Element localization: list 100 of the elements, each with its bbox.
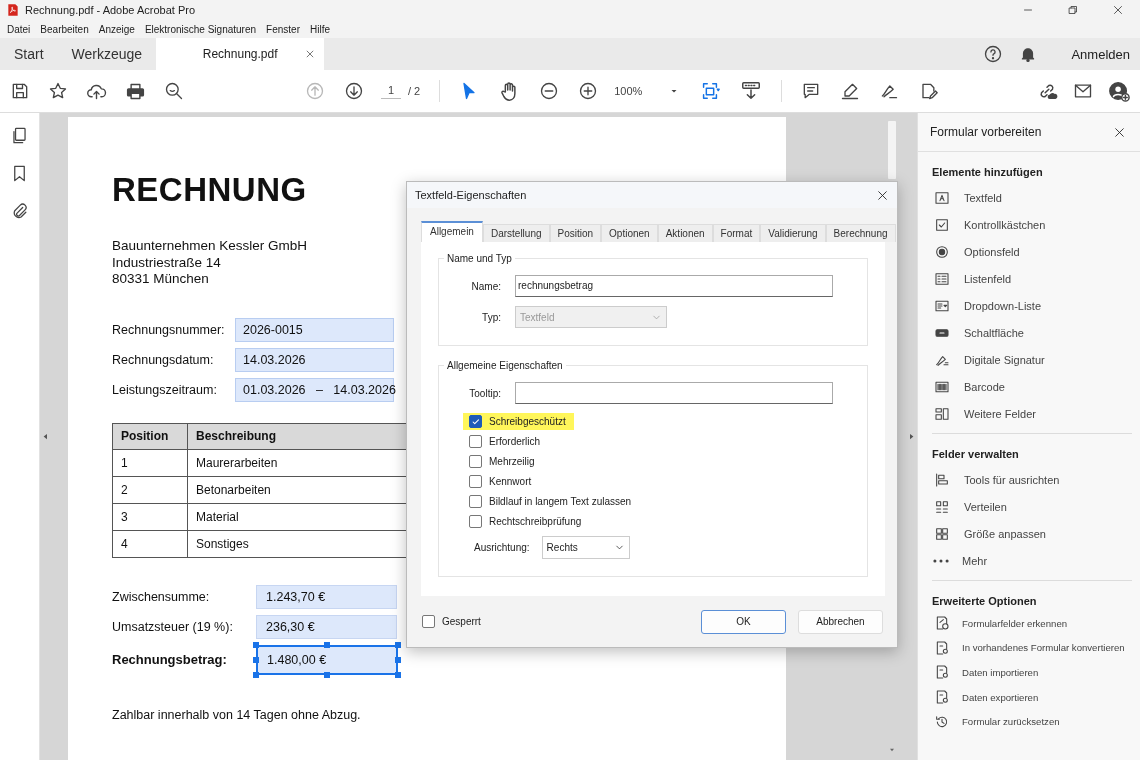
- resize-handle[interactable]: [253, 656, 259, 663]
- pdf-file-icon: [6, 3, 20, 17]
- resize-handle[interactable]: [395, 656, 401, 663]
- menu-item[interactable]: Datei: [7, 23, 31, 35]
- menu-item[interactable]: Elektronische Signaturen: [144, 23, 257, 35]
- menu-item[interactable]: Bearbeiten: [40, 23, 89, 35]
- menu-item[interactable]: Hilfe: [309, 23, 330, 35]
- highlighter-icon[interactable]: [840, 81, 861, 101]
- text-field-icon: [934, 189, 950, 206]
- cancel-button[interactable]: Abbrechen: [798, 609, 883, 634]
- form-field[interactable]: 2026-0015: [235, 317, 394, 342]
- scroll-down-icon[interactable]: [888, 746, 896, 754]
- column-header: Position: [112, 423, 188, 449]
- star-icon[interactable]: [48, 81, 68, 101]
- close-icon[interactable]: [305, 49, 316, 59]
- panel-item[interactable]: Daten exportieren: [932, 684, 1132, 710]
- close-icon[interactable]: [1112, 4, 1124, 16]
- checkbox[interactable]: Gesperrt: [422, 615, 481, 628]
- form-field[interactable]: 14.03.2026: [235, 347, 394, 372]
- panel-item[interactable]: Mehr: [932, 547, 1132, 574]
- menu-item[interactable]: Anzeige: [98, 23, 135, 35]
- form-field[interactable]: 01.03.2026 – 14.03.2026: [235, 377, 394, 402]
- table-cell: 3: [112, 503, 188, 530]
- panel-item[interactable]: Formularfelder erkennen: [932, 611, 1132, 636]
- add-user-icon[interactable]: [1108, 80, 1130, 102]
- tab[interactable]: Rechnung.pdf: [156, 38, 325, 70]
- zoom-search-icon[interactable]: [164, 81, 184, 101]
- panel-item[interactable]: Kontrollkästchen: [932, 211, 1132, 238]
- sign-in-button[interactable]: Anmelden: [1071, 46, 1130, 62]
- panel-item[interactable]: Digitale Signatur: [932, 346, 1132, 373]
- field-label: Tooltip:: [468, 387, 502, 399]
- align-icon: [934, 471, 950, 488]
- total-label: Umsatzsteuer (19 %):: [112, 619, 234, 634]
- more-icon: [933, 557, 949, 564]
- panel-item[interactable]: Dropdown-Liste: [932, 292, 1132, 319]
- zoom-out-icon[interactable]: [539, 81, 560, 101]
- mail-icon[interactable]: [1073, 81, 1093, 101]
- tab[interactable]: Werkzeuge: [57, 38, 157, 70]
- tab[interactable]: Format: [712, 224, 761, 242]
- panel-item[interactable]: In vorhandenes Formular konvertieren: [932, 635, 1132, 661]
- scrollbar-thumb[interactable]: [888, 121, 896, 179]
- tooltip-field[interactable]: [515, 382, 833, 404]
- resize-handle[interactable]: [395, 671, 401, 678]
- group-title: Allgemeine Eigenschaften: [444, 359, 566, 372]
- tab[interactable]: Validierung: [760, 224, 826, 242]
- panel-item[interactable]: Tools für ausrichten: [932, 466, 1132, 493]
- tab[interactable]: Aktionen: [657, 224, 713, 242]
- form-field[interactable]: 236,30 €: [256, 614, 397, 639]
- panel-item[interactable]: Listenfeld: [932, 265, 1132, 292]
- table-cell: 2: [112, 476, 188, 503]
- form-field[interactable]: 1.480,00 €: [256, 644, 398, 675]
- address-line: 80331 München: [112, 271, 209, 288]
- tab[interactable]: Berechnung: [825, 224, 896, 242]
- resize-handle[interactable]: [395, 641, 401, 648]
- field-label: Typ:: [481, 311, 502, 323]
- resize-handle[interactable]: [324, 671, 330, 678]
- close-icon[interactable]: [876, 188, 889, 202]
- tab[interactable]: Allgemein: [421, 221, 483, 242]
- alignment-dropdown[interactable]: Rechts: [541, 536, 630, 559]
- tab[interactable]: Optionen: [601, 224, 658, 242]
- panel-item[interactable]: Optionsfeld: [932, 238, 1132, 265]
- name-field[interactable]: rechnungsbetrag: [515, 275, 833, 297]
- field-label: Rechnungsdatum:: [112, 352, 215, 367]
- ok-button[interactable]: OK: [701, 609, 786, 634]
- resize-handle[interactable]: [324, 641, 330, 648]
- form-detect-icon: [934, 615, 950, 632]
- tab[interactable]: Darstellung: [482, 224, 550, 242]
- close-icon[interactable]: [1113, 125, 1126, 139]
- arrow-down-icon[interactable]: [344, 81, 364, 101]
- form-field[interactable]: 1.243,70 €: [256, 584, 397, 609]
- pages-icon[interactable]: [10, 126, 29, 145]
- help-icon[interactable]: [983, 44, 1004, 64]
- resize-handle[interactable]: [253, 641, 259, 648]
- page-number-field[interactable]: 1: [381, 83, 401, 99]
- scroll-mode-icon[interactable]: [740, 80, 763, 102]
- resize-handle[interactable]: [253, 671, 259, 678]
- panel-item[interactable]: Verteilen: [932, 493, 1132, 520]
- expand-right-icon[interactable]: [907, 432, 916, 441]
- field-label: Leistungszeitraum:: [112, 382, 218, 397]
- zoom-dropdown[interactable]: 100%: [614, 85, 681, 97]
- save-icon[interactable]: [10, 81, 30, 101]
- window-title: Rechnung.pdf - Adobe Acrobat Pro: [25, 4, 195, 16]
- panel-item[interactable]: Barcode: [932, 373, 1132, 400]
- list-box-icon: [934, 270, 950, 287]
- distribute-icon: [934, 498, 950, 515]
- zoom-in-icon[interactable]: [578, 81, 599, 101]
- panel-item[interactable]: Formular zurücksetzen: [932, 709, 1132, 734]
- reset-icon: [934, 713, 950, 730]
- tab[interactable]: Start: [0, 38, 58, 70]
- panel-title: Formular vorbereiten: [930, 125, 1042, 139]
- panel-item[interactable]: Schaltfläche: [932, 319, 1132, 346]
- panel-item[interactable]: Weitere Felder: [932, 400, 1132, 427]
- panel-item[interactable]: Textfeld: [932, 184, 1132, 211]
- menu-item[interactable]: Fenster: [266, 23, 300, 35]
- collapse-left-icon[interactable]: [41, 432, 50, 441]
- check-icon: [470, 416, 481, 427]
- panel-item[interactable]: Größe anpassen: [932, 520, 1132, 547]
- panel-item[interactable]: Daten importieren: [932, 660, 1132, 685]
- restore-icon[interactable]: [1067, 4, 1079, 16]
- tab[interactable]: Position: [549, 224, 602, 242]
